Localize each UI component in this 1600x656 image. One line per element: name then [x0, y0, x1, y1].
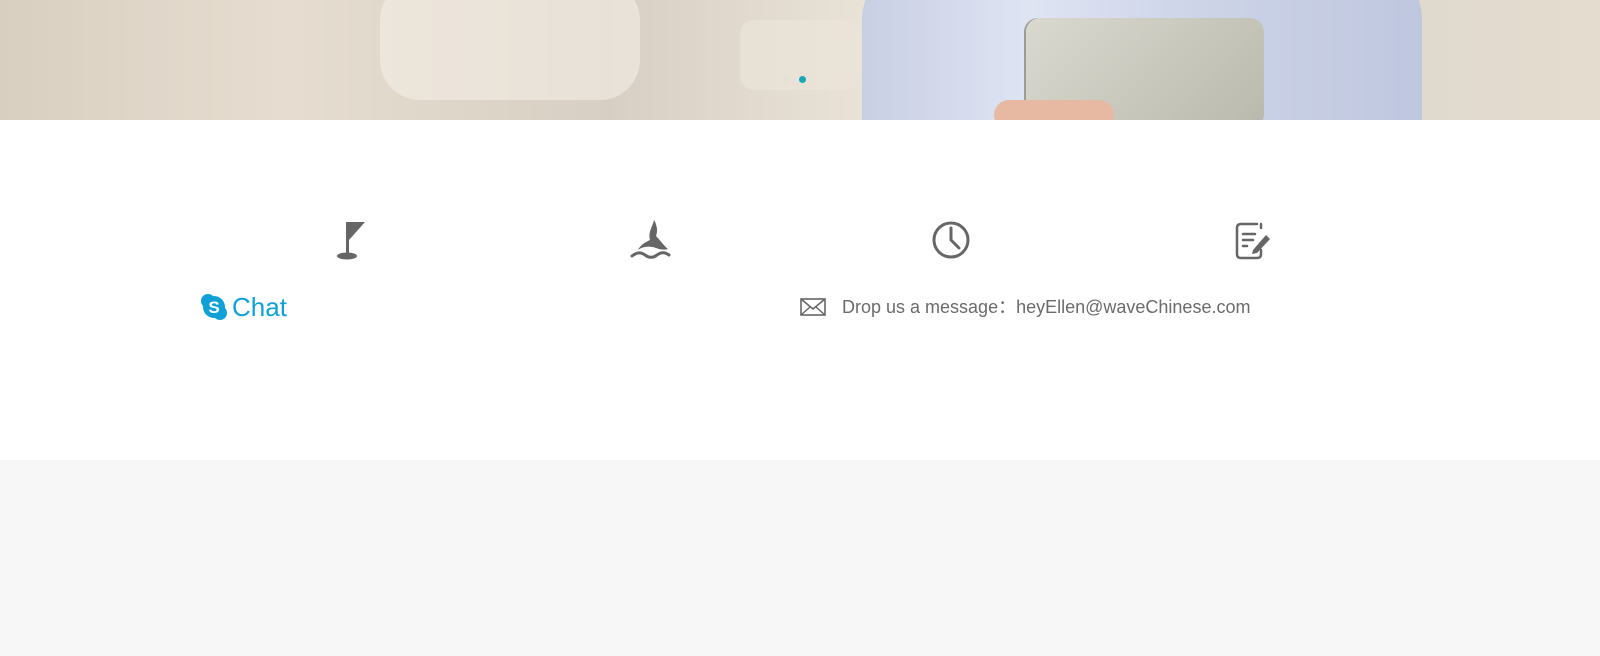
clock-icon: [932, 221, 970, 259]
flag-icon: [337, 222, 365, 260]
footer-area: [0, 460, 1600, 656]
email-text: Drop us a message：heyEllen@waveChinese.c…: [842, 297, 1251, 317]
svg-text:S: S: [208, 298, 219, 317]
swimmer-icon: [630, 220, 671, 259]
chat-label: Chat: [232, 292, 287, 322]
carousel-dot-2[interactable]: [799, 76, 806, 83]
skype-icon: S: [201, 294, 227, 320]
hero-background: [380, 0, 640, 100]
envelope-icon: [800, 298, 826, 316]
carousel-dot-1[interactable]: [782, 76, 789, 83]
skype-chat-link[interactable]: S Chat: [200, 292, 287, 322]
hero-hand-image: [994, 100, 1114, 120]
features-section: S Chat Drop us a message：heyEllen@waveCh…: [0, 120, 1600, 460]
carousel-pagination: [782, 76, 806, 83]
email-contact[interactable]: Drop us a message：heyEllen@waveChinese.c…: [800, 292, 1250, 322]
edit-note-icon: [1235, 222, 1270, 260]
hero-banner: [0, 0, 1600, 120]
